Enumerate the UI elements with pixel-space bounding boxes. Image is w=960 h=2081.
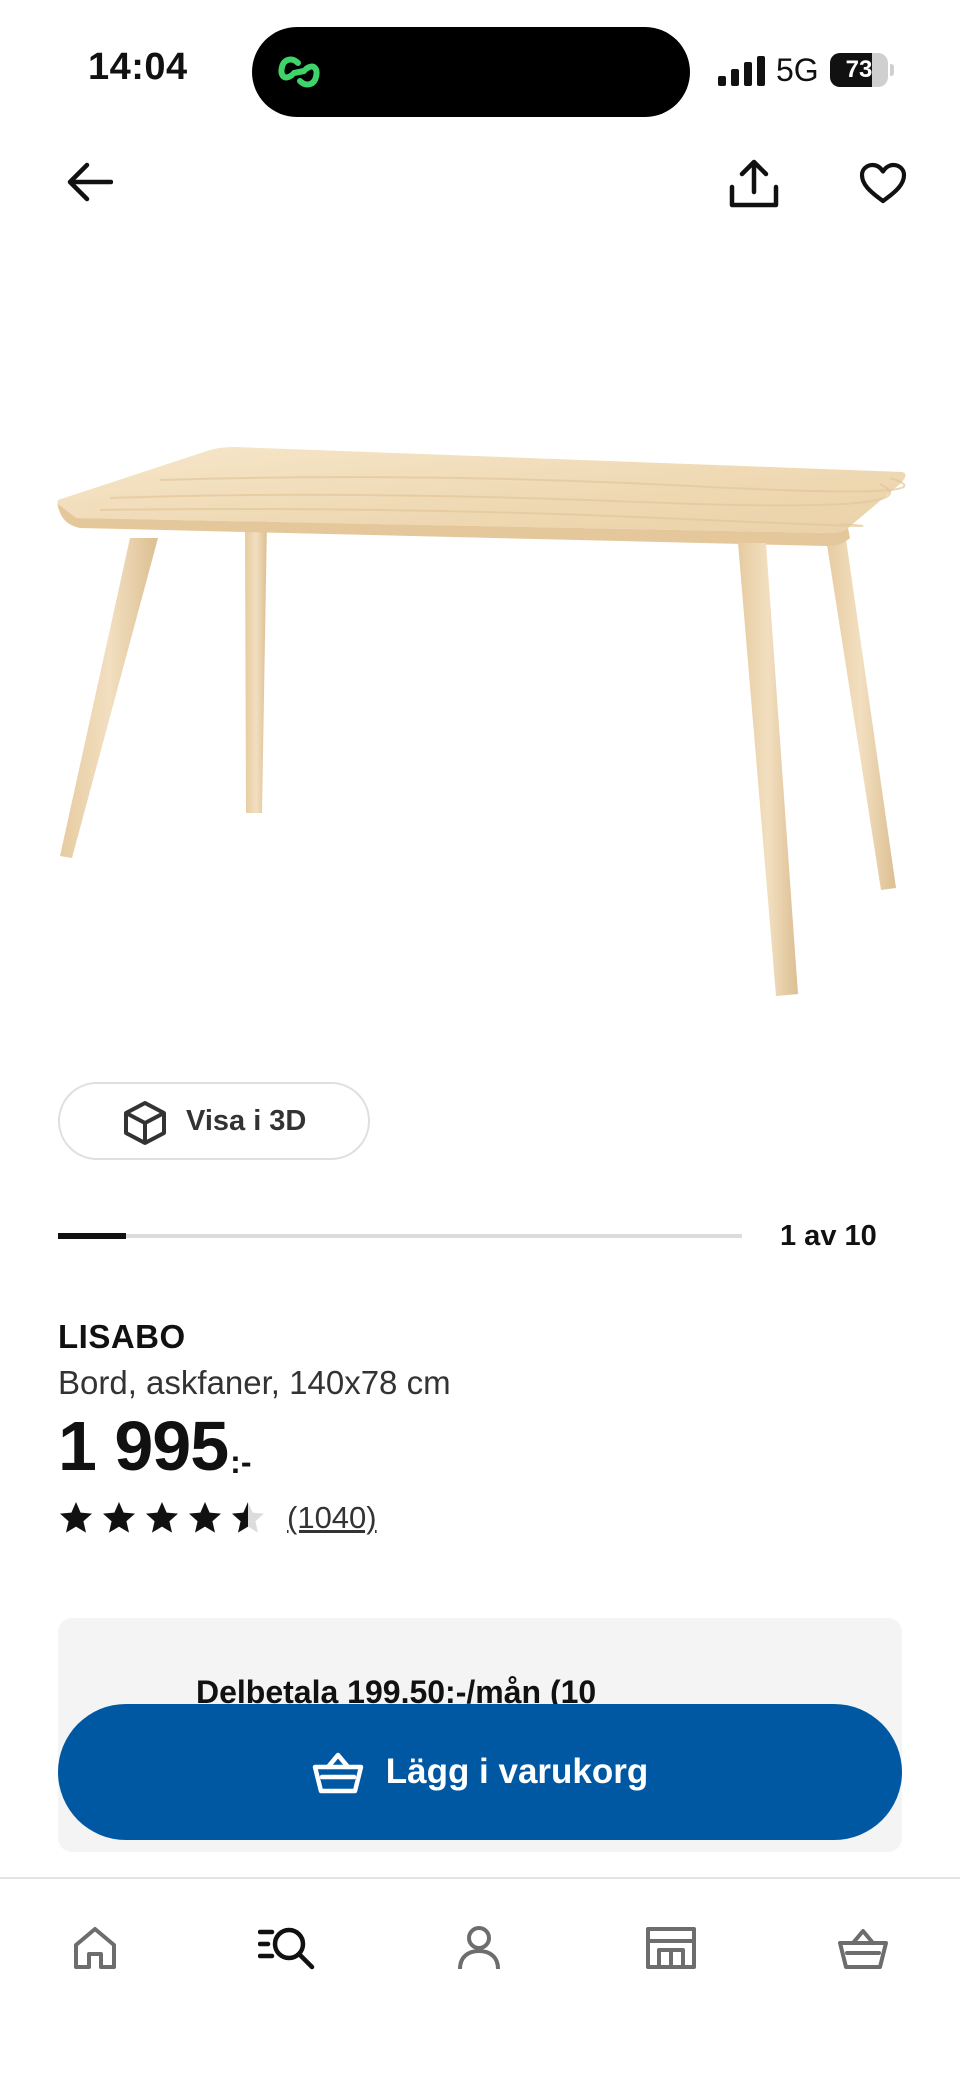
search-icon bbox=[258, 1927, 315, 1970]
star-icon bbox=[60, 1502, 92, 1533]
product-price: 1 995 :- bbox=[58, 1406, 251, 1486]
product-page: 14:04 5G 73 Visa i 3D 1 av 10 LISABO Bor… bbox=[0, 0, 960, 2081]
favorite-button[interactable] bbox=[850, 150, 916, 216]
carousel-counter: 1 av 10 bbox=[780, 1220, 877, 1252]
battery-icon: 73 bbox=[830, 53, 894, 87]
tab-store[interactable] bbox=[636, 1913, 706, 1983]
cube-3d-icon bbox=[124, 1101, 166, 1145]
add-to-cart-label: Lägg i varukorg bbox=[385, 1752, 649, 1791]
home-icon bbox=[74, 1927, 116, 1969]
share-button[interactable] bbox=[720, 150, 788, 218]
tab-search[interactable] bbox=[252, 1913, 322, 1983]
add-to-cart-button[interactable]: Lägg i varukorg bbox=[58, 1704, 902, 1840]
carousel-progress bbox=[58, 1233, 742, 1239]
view-3d-label: Visa i 3D bbox=[186, 1105, 307, 1137]
view-3d-button[interactable]: Visa i 3D bbox=[58, 1082, 370, 1160]
status-bar: 14:04 5G 73 bbox=[0, 0, 960, 130]
star-icon bbox=[189, 1502, 221, 1533]
product-description: Bord, askfaner, 140x78 cm bbox=[58, 1364, 451, 1401]
product-rating[interactable]: (1040) bbox=[58, 1500, 377, 1536]
review-count-link[interactable]: (1040) bbox=[287, 1500, 377, 1536]
star-icon bbox=[103, 1502, 135, 1533]
profile-icon bbox=[458, 1926, 500, 1970]
table-leg bbox=[738, 543, 798, 996]
table-leg bbox=[245, 520, 267, 813]
star-icon bbox=[232, 1502, 264, 1533]
dynamic-island bbox=[252, 27, 690, 117]
price-amount: 1 995 bbox=[58, 1407, 229, 1485]
product-name: LISABO bbox=[58, 1318, 186, 1355]
battery-level: 73 bbox=[845, 56, 873, 83]
star-icon bbox=[146, 1502, 178, 1533]
tab-profile[interactable] bbox=[444, 1913, 514, 1983]
link-icon bbox=[278, 56, 320, 88]
share-icon bbox=[729, 159, 779, 208]
status-time: 14:04 bbox=[88, 46, 188, 88]
network-label: 5G bbox=[776, 52, 819, 88]
tab-home[interactable] bbox=[60, 1913, 130, 1983]
table-leg bbox=[825, 532, 896, 890]
product-image[interactable] bbox=[40, 420, 920, 1040]
heart-icon bbox=[859, 162, 907, 204]
signal-icon bbox=[718, 56, 765, 86]
cart-icon bbox=[838, 1929, 888, 1969]
bottom-tab-bar bbox=[0, 1877, 960, 2081]
arrow-left-icon bbox=[67, 162, 113, 202]
back-button[interactable] bbox=[58, 150, 122, 214]
basket-icon bbox=[312, 1752, 363, 1794]
carousel-progress-fill bbox=[58, 1233, 127, 1239]
tab-cart[interactable] bbox=[828, 1913, 898, 1983]
price-suffix: :- bbox=[230, 1444, 252, 1480]
store-icon bbox=[646, 1927, 696, 1969]
rating-stars bbox=[58, 1500, 273, 1536]
table-leg bbox=[60, 538, 158, 858]
